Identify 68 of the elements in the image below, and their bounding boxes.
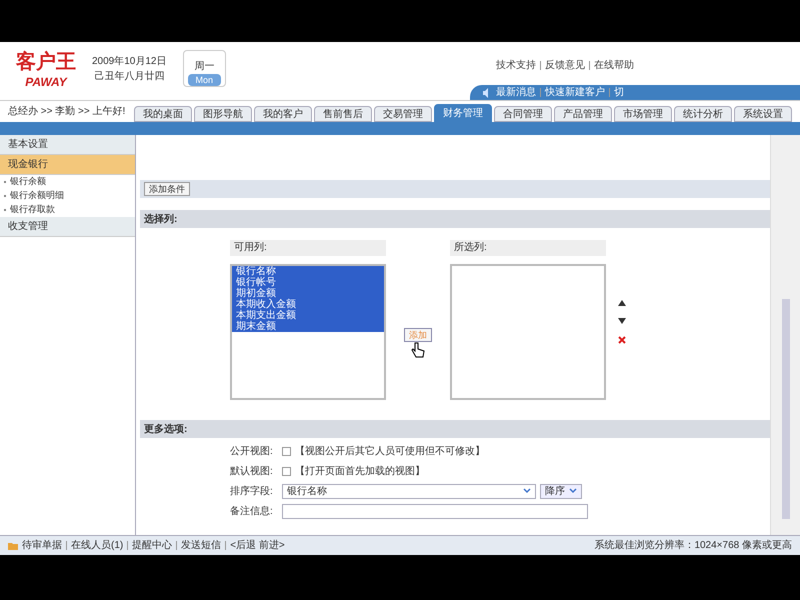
- selected-columns-list[interactable]: [450, 264, 606, 400]
- column-option[interactable]: 本期支出金额: [232, 310, 384, 321]
- weekday-text: 周一: [194, 60, 214, 74]
- sidebar-subitem[interactable]: 银行存取款: [10, 203, 55, 217]
- delete-icon[interactable]: [618, 336, 626, 344]
- move-up-icon[interactable]: [618, 300, 626, 306]
- column-option[interactable]: 期初金额: [232, 288, 384, 299]
- column-option[interactable]: 银行帐号: [232, 277, 384, 288]
- status-link[interactable]: 提醒中心: [132, 538, 172, 553]
- nav-tab[interactable]: 产品管理: [554, 106, 612, 122]
- column-option[interactable]: 期末金额: [232, 321, 384, 332]
- column-option[interactable]: 本期收入金额: [232, 299, 384, 310]
- nav-tab[interactable]: 市场管理: [614, 106, 672, 122]
- option-note: 【视图公开后其它人员可使用但不可修改】: [295, 444, 485, 458]
- section-title: 选择列:: [144, 212, 178, 226]
- available-columns-list[interactable]: 银行名称 银行帐号 期初金额 本期收入金额 本期支出金额 期末金额: [230, 264, 386, 400]
- sort-order-select[interactable]: 降序: [540, 484, 582, 498]
- folder-icon: [8, 542, 18, 550]
- column-option[interactable]: 银行名称: [232, 266, 384, 277]
- select-value: 银行名称: [287, 484, 327, 498]
- field-label: 备注信息:: [230, 504, 274, 518]
- top-link[interactable]: 在线帮助: [594, 58, 634, 73]
- resolution-note: 系统最佳浏览分辨率：1024×768 像素或更高: [594, 538, 792, 553]
- sidebar-subitem[interactable]: 银行余额: [10, 175, 46, 189]
- status-link[interactable]: 待审单据: [22, 538, 62, 553]
- section-title: 更多选项:: [144, 422, 188, 436]
- top-link[interactable]: 技术支持: [496, 58, 536, 73]
- nav-tab[interactable]: 我的桌面: [134, 106, 192, 122]
- logo-subtext: PAWAY: [25, 74, 67, 90]
- select-value: 降序: [545, 484, 565, 498]
- option-note: 【打开页面首先加载的视图】: [295, 464, 425, 478]
- add-condition-button[interactable]: 添加条件: [144, 182, 190, 196]
- list-label: 可用列:: [230, 240, 386, 256]
- notes-input-field[interactable]: [282, 504, 588, 518]
- top-link[interactable]: 反馈意见: [545, 58, 585, 73]
- sidebar-item[interactable]: 收支管理: [0, 217, 135, 237]
- nav-tab[interactable]: 我的客户: [254, 106, 312, 122]
- lunar-date-text: 己丑年八月廿四: [94, 70, 164, 84]
- nav-tab[interactable]: 系统设置: [734, 106, 792, 122]
- checkbox[interactable]: [282, 446, 291, 456]
- quick-link[interactable]: 最新消息: [496, 85, 536, 100]
- list-label: 所选列:: [450, 240, 606, 256]
- sidebar-item[interactable]: 现金银行: [0, 155, 135, 175]
- sort-field-select[interactable]: 银行名称: [282, 484, 536, 498]
- checkbox[interactable]: [282, 466, 291, 476]
- hand-cursor-icon: [411, 342, 425, 358]
- field-label: 排序字段:: [230, 484, 274, 498]
- nav-tab[interactable]: 合同管理: [494, 106, 552, 122]
- nav-tab[interactable]: 财务管理: [434, 104, 492, 122]
- status-link[interactable]: 在线人员(1): [71, 538, 124, 553]
- breadcrumb: 总经办 >> 李勤 >> 上午好!: [8, 104, 126, 119]
- quick-link[interactable]: 切: [614, 85, 624, 100]
- logo-text: 客户王: [16, 50, 76, 74]
- move-down-icon[interactable]: [618, 318, 626, 324]
- sidebar-subitem[interactable]: 银行余额明细: [10, 189, 64, 203]
- status-link[interactable]: <后退 前进>: [230, 538, 285, 553]
- weekday-badge: Mon: [188, 74, 222, 86]
- nav-tab[interactable]: 售前售后: [314, 106, 372, 122]
- sidebar-item[interactable]: 基本设置: [0, 135, 135, 155]
- nav-tab[interactable]: 交易管理: [374, 106, 432, 122]
- field-label: 公开视图:: [230, 444, 274, 458]
- field-label: 默认视图:: [230, 464, 274, 478]
- scrollbar[interactable]: [770, 135, 800, 535]
- date-text: 2009年10月12日: [92, 55, 166, 69]
- nav-tab[interactable]: 图形导航: [194, 106, 252, 122]
- nav-tab[interactable]: 统计分析: [674, 106, 732, 122]
- quick-link[interactable]: 快速新建客户: [545, 85, 605, 100]
- status-link[interactable]: 发送短信: [181, 538, 222, 553]
